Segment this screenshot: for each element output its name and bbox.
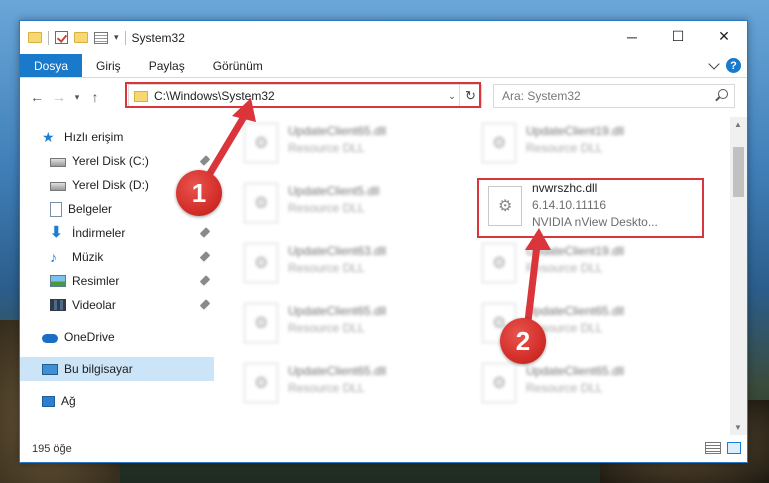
arrow-1-head (232, 98, 256, 122)
step-badge-2: 2 (500, 318, 546, 364)
step-badge-1: 1 (176, 170, 222, 216)
arrow-2-head (525, 228, 551, 250)
annotation-arrows (196, 98, 551, 334)
arrow-2-shaft (523, 241, 541, 334)
